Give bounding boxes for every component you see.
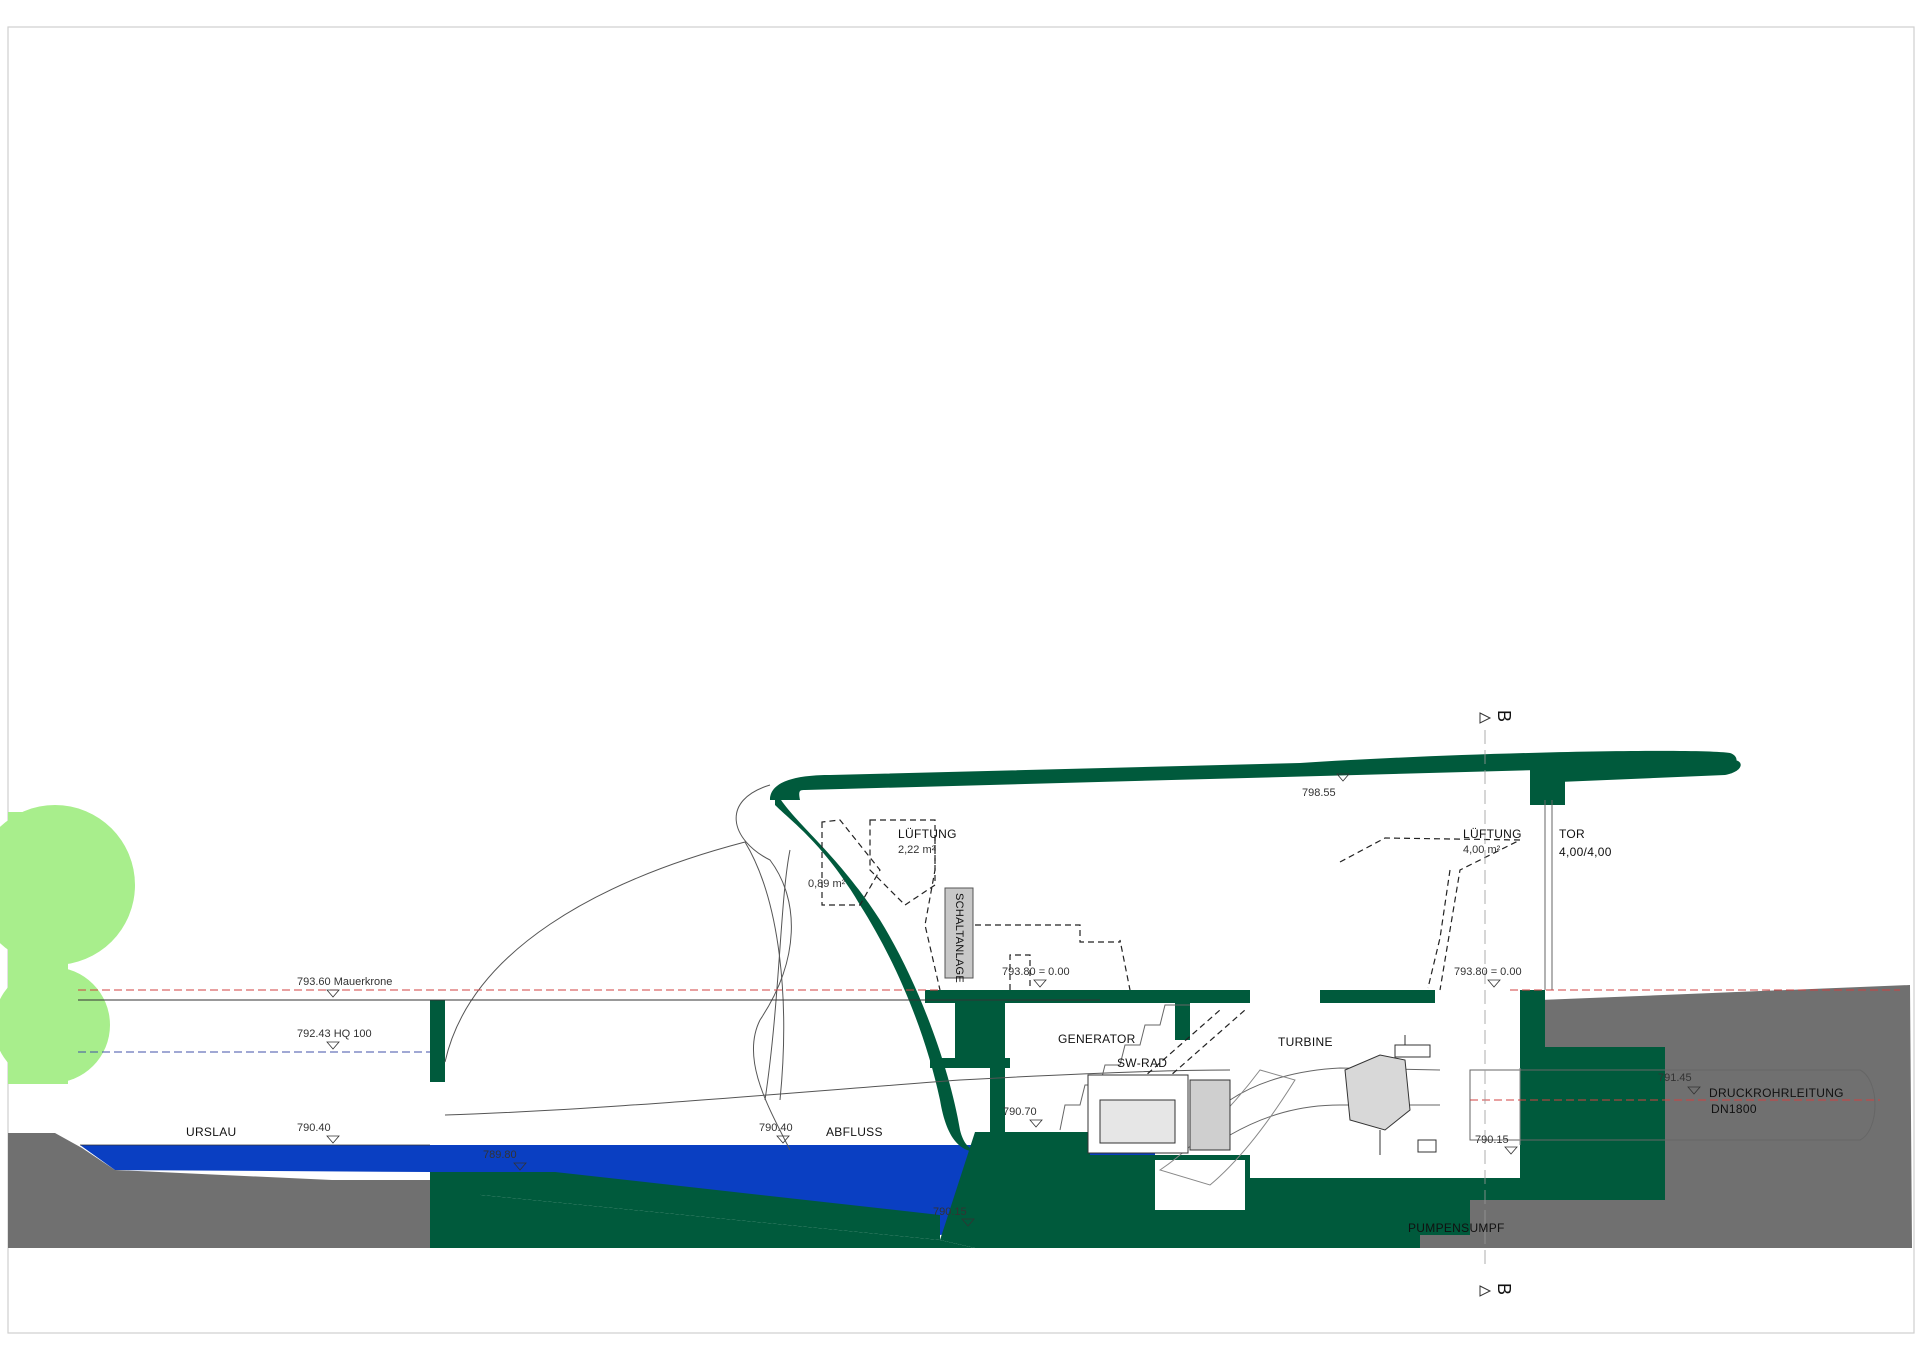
level-abfluss: 790.40 [759, 1122, 793, 1134]
turbine-machine [1344, 1035, 1437, 1155]
label-abfluss: ABFLUSS [826, 1125, 883, 1139]
label-dn1800: DN1800 [1711, 1102, 1757, 1116]
label-sw-rad: SW-RAD [1117, 1056, 1167, 1070]
level-floor-right: 793.80 = 0.00 [1454, 966, 1522, 978]
label-turbine: TURBINE [1278, 1035, 1333, 1049]
section-marker-bottom [1479, 1285, 1492, 1297]
section-drawing: B B URSLAU ABFLUSS GENERATOR SW-RAD TURB… [0, 26, 1915, 1334]
label-area-small: 0,89 m² [808, 878, 846, 890]
level-floor-left: 793.80 = 0.00 [1002, 966, 1070, 978]
level-mauerkrone: 793.60 Mauerkrone [297, 976, 392, 988]
level-roof: 798.55 [1302, 787, 1336, 799]
generator-machine [1087, 1074, 1231, 1154]
label-pumpensumpf: PUMPENSUMPF [1408, 1221, 1505, 1235]
level-hq100: 792.43 HQ 100 [297, 1028, 372, 1040]
label-lueftung-right-area: 4,00 m² [1463, 844, 1501, 856]
label-lueftung-left: LÜFTUNG [898, 827, 957, 841]
level-channel-b: 790.15 [933, 1206, 967, 1218]
section-marker-top [1479, 712, 1492, 724]
level-gen-floor: 790.70 [1003, 1106, 1037, 1118]
level-channel-a: 789.80 [483, 1149, 517, 1161]
section-marker-top-label: B [1494, 710, 1514, 722]
label-lueftung-left-area: 2,22 m² [898, 844, 936, 856]
label-schaltanlage: SCHALTANLAGE [953, 893, 965, 983]
section-marker-bottom-label: B [1494, 1283, 1514, 1295]
tree-shape [0, 805, 135, 1084]
label-tor: TOR [1559, 827, 1585, 841]
label-druckrohrleitung: DRUCKROHRLEITUNG [1709, 1086, 1844, 1100]
section-drawing-sheet: B B URSLAU ABFLUSS GENERATOR SW-RAD TURB… [0, 0, 1920, 1357]
label-lueftung-right: LÜFTUNG [1463, 827, 1522, 841]
label-tor-size: 4,00/4,00 [1559, 845, 1612, 859]
level-turb-floor: 790.15 [1475, 1134, 1509, 1146]
level-pipe: 791.45 [1658, 1072, 1692, 1084]
level-urslau: 790.40 [297, 1122, 331, 1134]
label-generator: GENERATOR [1058, 1032, 1136, 1046]
label-urslau: URSLAU [186, 1125, 236, 1139]
